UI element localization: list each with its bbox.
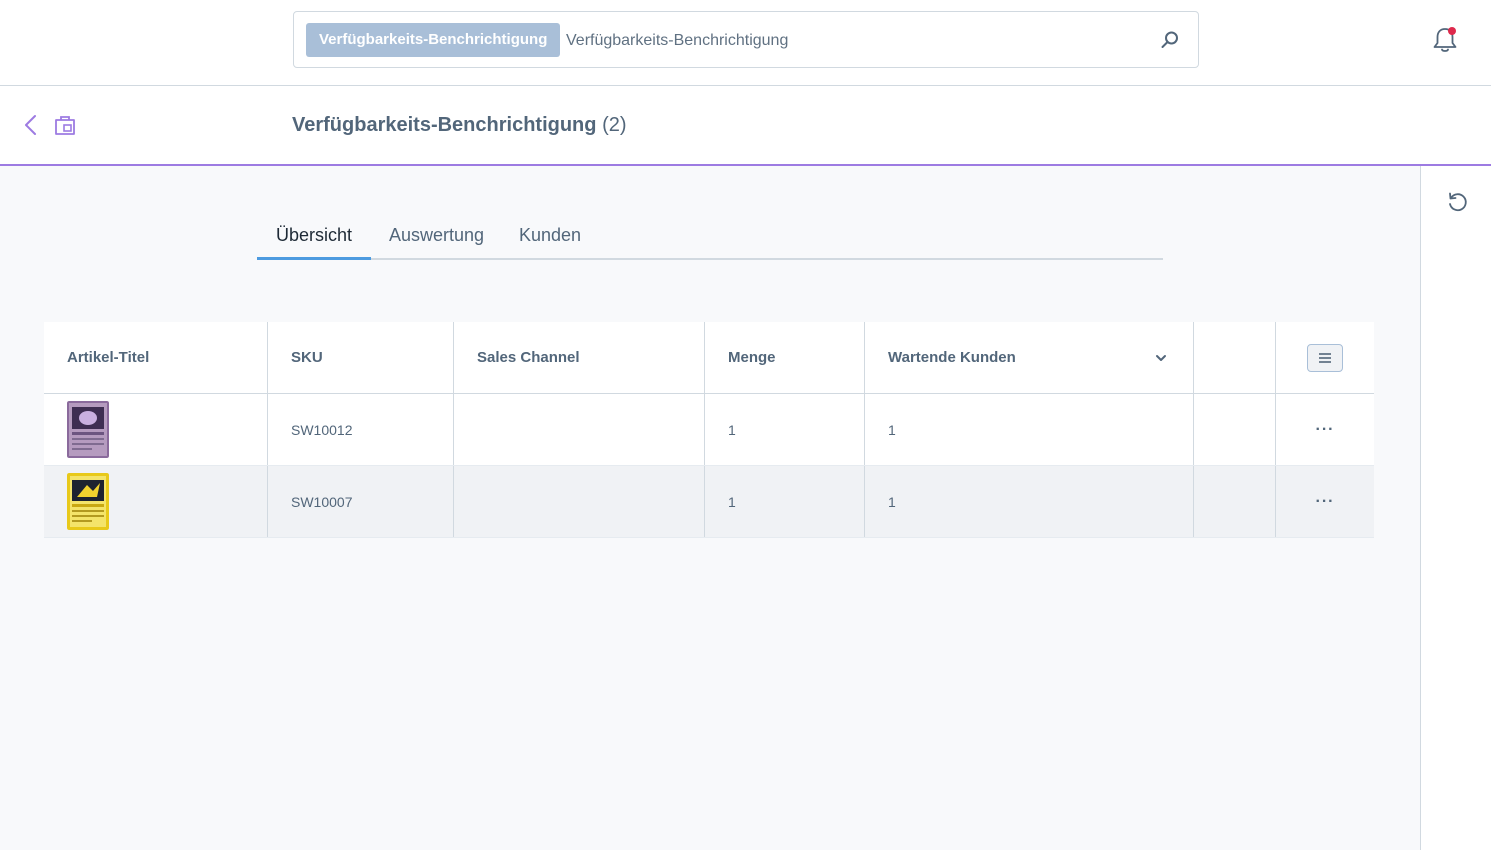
column-header-sku[interactable]: SKU: [268, 322, 454, 393]
column-settings-cell: [1276, 322, 1374, 393]
column-header-waiting-customers[interactable]: Wartende Kunden: [865, 322, 1194, 393]
column-header-waiting-label: Wartende Kunden: [888, 349, 1016, 366]
page-title-count: (2): [602, 114, 627, 136]
refresh-icon[interactable]: [1446, 191, 1468, 213]
smart-bar: Verfügbarkeits-Benchrichtigung (2): [0, 86, 1491, 166]
page-title-text: Verfügbarkeits-Benchrichtigung: [292, 114, 597, 136]
column-header-empty: [1194, 322, 1276, 393]
data-grid: Artikel-Titel SKU Sales Channel Menge Wa…: [44, 322, 1374, 538]
shopping-bag-icon: [55, 116, 75, 135]
sku-cell: SW10007: [268, 466, 454, 537]
sales-channel-cell: [454, 394, 705, 465]
search-input[interactable]: [566, 26, 1146, 56]
list-icon: [1319, 352, 1331, 363]
empty-cell: [1194, 466, 1276, 537]
product-image-cell: [44, 394, 268, 465]
product-thumbnail-card-purple[interactable]: [67, 401, 109, 458]
sales-channel-cell: [454, 466, 705, 537]
row-actions-cell: ···: [1276, 394, 1374, 465]
row-actions-button[interactable]: ···: [1316, 493, 1335, 511]
search-module-tag[interactable]: Verfügbarkeits-Benchrichtigung: [306, 23, 561, 57]
page-title: Verfügbarkeits-Benchrichtigung (2): [292, 114, 627, 137]
top-bar: Verfügbarkeits-Benchrichtigung: [0, 0, 1491, 86]
notification-dot: [1448, 27, 1456, 35]
tab-overview[interactable]: Übersicht: [257, 218, 372, 260]
chevron-down-icon[interactable]: [1155, 352, 1167, 364]
empty-cell: [1194, 394, 1276, 465]
column-header-sales-channel[interactable]: Sales Channel: [454, 322, 705, 393]
back-arrow-icon[interactable]: [23, 114, 39, 136]
column-header-title[interactable]: Artikel-Titel: [44, 322, 268, 393]
global-search[interactable]: Verfügbarkeits-Benchrichtigung: [293, 11, 1199, 68]
waiting-customers-cell: 1: [865, 394, 1194, 465]
product-image-cell: [44, 466, 268, 537]
column-header-quantity[interactable]: Menge: [705, 322, 865, 393]
quantity-cell: 1: [705, 394, 865, 465]
row-actions-cell: ···: [1276, 466, 1374, 537]
product-thumbnail-card-yellow[interactable]: [67, 473, 109, 530]
table-header-row: Artikel-Titel SKU Sales Channel Menge Wa…: [44, 322, 1374, 394]
column-settings-button[interactable]: [1307, 343, 1343, 372]
tab-customers[interactable]: Kunden: [500, 218, 600, 260]
row-actions-button[interactable]: ···: [1316, 421, 1335, 439]
search-icon[interactable]: [1160, 30, 1180, 50]
tab-bar: Übersicht Auswertung Kunden: [257, 218, 1163, 260]
quantity-cell: 1: [705, 466, 865, 537]
waiting-customers-cell: 1: [865, 466, 1194, 537]
right-sidebar: [1420, 166, 1491, 850]
table-row[interactable]: SW10012 1 1 ···: [44, 394, 1374, 466]
sku-cell: SW10012: [268, 394, 454, 465]
tab-evaluation[interactable]: Auswertung: [370, 218, 503, 260]
table-row[interactable]: SW10007 1 1 ···: [44, 466, 1374, 538]
